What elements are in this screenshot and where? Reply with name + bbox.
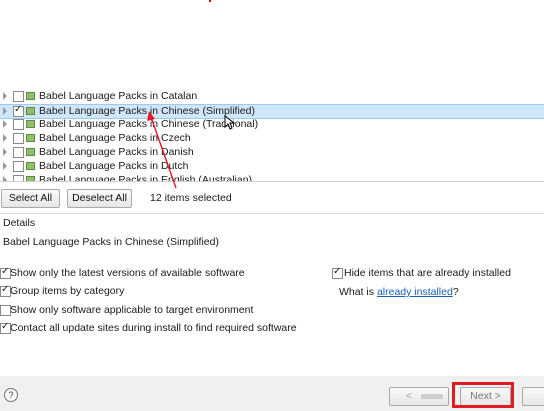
mouse-cursor-icon [224, 115, 236, 130]
annotation-arrow [147, 111, 177, 189]
